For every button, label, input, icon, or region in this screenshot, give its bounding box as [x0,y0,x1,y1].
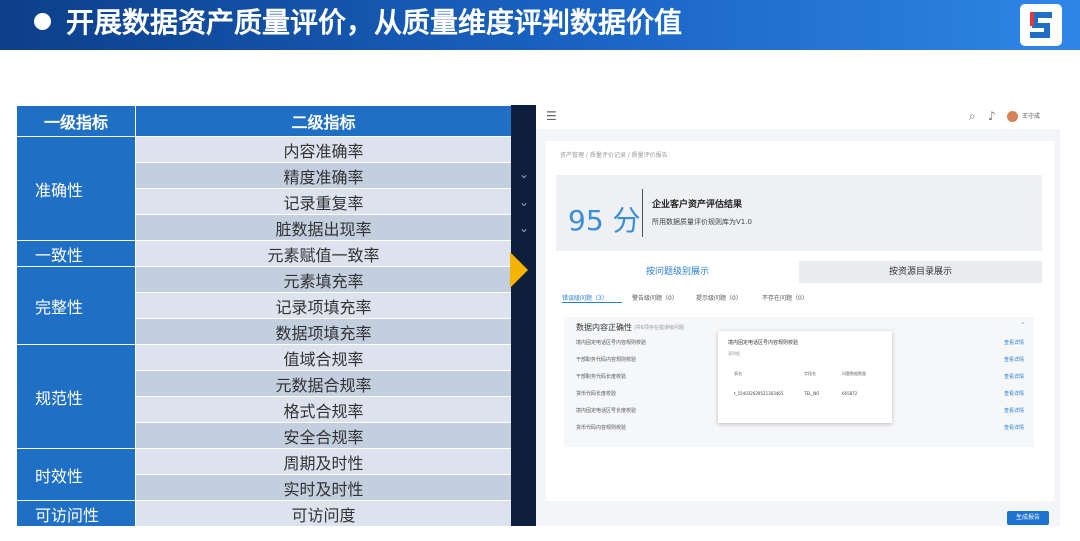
rule-name: 货币代码内容规则校验 [576,425,627,431]
chevron-up-icon[interactable]: ⌃ [1020,321,1026,329]
level2-indicator: 记录重复率 [135,188,512,215]
level2-indicator: 内容准确率 [135,136,512,163]
level1-indicator: 可访问性 [16,500,136,527]
view-details-link[interactable]: 查看详情 [1004,407,1024,414]
rule-version: 所用数据质量评价规则库为V1.0 [652,218,752,226]
popup-col-header: 问题数据数量 [842,371,866,376]
tab-error-issues[interactable]: 错误级问题（3） [562,293,608,302]
rule-name: 境内固定电话区号长度校验 [576,408,637,414]
level2-indicator: 元素赋值一致率 [135,240,512,267]
user-name: 王守成 [1022,113,1041,120]
view-details-link[interactable]: 查看详情 [1004,390,1024,397]
company-logo [1020,4,1062,46]
result-title: 企业客户资产评估结果 [652,200,743,210]
view-details-link[interactable]: 查看详情 [1004,373,1024,380]
view-details-link[interactable]: 查看详情 [1004,356,1024,363]
tab-by-resource-catalog[interactable]: 按资源目录展示 [799,261,1042,283]
popup-col-header: 表名 [734,371,742,376]
detail-popup: 境内固定电话区号内容规则校验 表明细 表名 字段名 问题数据数量 t_15403… [718,331,892,423]
slide-banner: 开展数据资产质量评价，从质量维度评判数据价值 [0,0,1080,50]
chevron-down-icon[interactable]: ⌄ [519,167,529,181]
header-level1: 一级指标 [16,105,136,137]
popup-title: 境内固定电话区号内容规则校验 [728,340,799,346]
bell-icon[interactable]: ♪ [988,109,996,123]
level1-indicator: 规范性 [16,344,136,449]
level2-indicator: 记录项填充率 [135,292,512,319]
generate-report-button[interactable]: 生成报告 [1007,511,1049,525]
tab-no-issues[interactable]: 不存在问题（0） [762,293,808,302]
score-panel: 95 分 企业客户资产评估结果 所用数据质量评价规则库为V1.0 [556,175,1042,251]
menu-icon[interactable]: ☰ [546,109,557,123]
level2-indicator: 精度准确率 [135,162,512,189]
indicator-table: 一级指标 二级指标 准确性 内容准确率 精度准确率 记录重复率 脏数据出现率 一致性 元素赋… [16,105,512,527]
app-topbar: ☰ ⌕ ♪ 王守成 [536,105,1060,129]
slide-title: 开展数据资产质量评价，从质量维度评判数据价值 [66,6,683,39]
table-row: 规范性 值域合规率 [16,344,512,449]
report-content: 资产管理 / 质量评价记录 / 质量评价报告 95 分 企业客户资产评估结果 所… [546,141,1054,501]
table-row: 可访问性 可访问度 [16,500,512,527]
view-details-link[interactable]: 查看详情 [1004,339,1024,346]
level2-indicator: 脏数据出现率 [135,214,512,241]
level2-indicator: 格式合规率 [135,396,512,423]
rules-header: 数据内容正确性 [576,323,632,332]
rule-name: 境内固定电话区号内容规则校验 [576,340,647,346]
tab-by-issue-level[interactable]: 按问题级别展示 [556,261,799,283]
search-icon[interactable]: ⌕ [969,109,976,124]
score-value: 95 分 [568,204,641,237]
avatar[interactable] [1007,111,1018,122]
rule-row: 货币代码内容规则校验 查看详情 [576,424,1024,436]
breadcrumb: 资产管理 / 质量评价记录 / 质量评价报告 [560,152,668,159]
level1-indicator: 一致性 [16,240,136,267]
popup-cell: TEL_NO [804,391,820,396]
level2-indicator: 数据项填充率 [135,318,512,345]
rule-name: 干部职务代码长度校验 [576,374,627,380]
header-level2: 二级指标 [135,105,512,137]
table-row: 时效性 周期及时性 [16,448,512,501]
active-tab-indicator [562,302,622,303]
tab-warning-issues[interactable]: 警告级问题（0） [632,293,678,302]
table-row: 准确性 内容准确率 [16,136,512,241]
app-screenshot: ☰ ⌕ ♪ 王守成 资产管理 / 质量评价记录 / 质量评价报告 95 分 企业… [536,105,1060,526]
level2-indicator: 实时及时性 [135,474,512,501]
rules-header-sub: /共6项存在错误级问题 [634,325,684,331]
level2-indicator: 可访问度 [135,500,512,527]
level1-indicator: 完整性 [16,266,136,345]
level1-indicator: 时效性 [16,448,136,501]
tab-hint-issues[interactable]: 提示级问题（0） [696,293,742,302]
popup-cell: 665872 [842,391,858,396]
app-sidebar: ⌄ ⌄ ⌄ [511,105,536,526]
table-row: 一致性 元素赋值一致率 [16,240,512,267]
level2-indicator: 元素填充率 [135,266,512,293]
rule-name: 货币代码长度校验 [576,391,617,397]
view-details-link[interactable]: 查看详情 [1004,424,1024,431]
table-row: 完整性 元素填充率 [16,266,512,345]
popup-cell: t_154032629521303465 [734,391,784,396]
level1-indicator: 准确性 [16,136,136,241]
rule-name: 干部职务代码内容规则校验 [576,357,637,363]
level2-indicator: 周期及时性 [135,448,512,475]
popup-subtitle: 表明细 [728,351,740,356]
pointer-arrow [510,252,528,288]
bullet-dot [34,13,51,30]
chevron-down-icon[interactable]: ⌄ [519,195,529,209]
popup-col-header: 字段名 [804,371,816,376]
level2-indicator: 安全合规率 [135,422,512,449]
divider [642,189,643,237]
level2-indicator: 元数据合规率 [135,370,512,397]
level2-indicator: 值域合规率 [135,344,512,371]
chevron-down-icon[interactable]: ⌄ [519,221,529,235]
